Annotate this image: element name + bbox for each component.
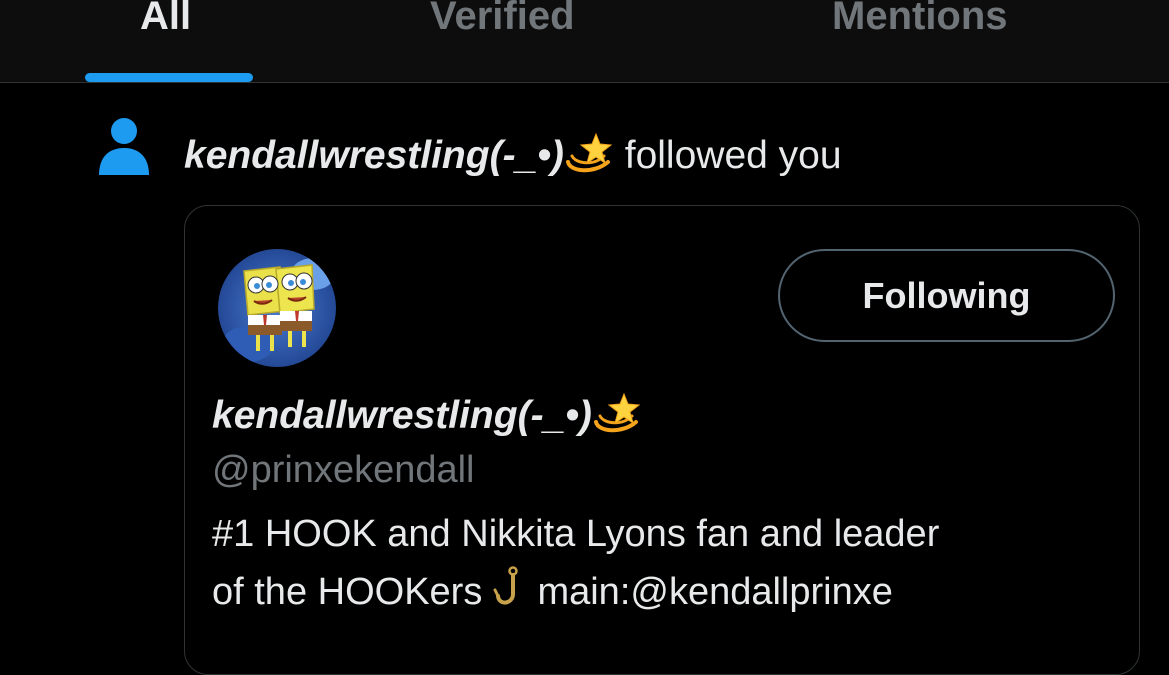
active-tab-indicator	[85, 73, 253, 82]
bio-line-2: of the HOOKers main:@kendallprinxe	[212, 563, 1112, 627]
notification-text: kendallwrestling(-_•) followed you	[184, 131, 842, 187]
profile-bio: #1 HOOK and Nikkita Lyons fan and leader…	[212, 505, 1112, 627]
actor-name-link[interactable]: kendallwrestling(-_•)	[184, 134, 564, 177]
profile-card[interactable]: Following kendallwrestling(-_•) @prinxek…	[184, 205, 1140, 675]
tab-mentions[interactable]: Mentions	[832, 0, 1008, 48]
spongebob-avatar-image	[218, 249, 336, 367]
bio-line-2-prefix: of the HOOKers	[212, 571, 483, 613]
notifications-tab-bar: All Verified Mentions	[0, 0, 1169, 83]
dizzy-star-emoji	[564, 132, 614, 187]
profile-handle[interactable]: @prinxekendall	[212, 446, 475, 494]
following-button[interactable]: Following	[778, 249, 1115, 342]
tab-all[interactable]: All	[140, 0, 191, 48]
notification-action-text: followed you	[624, 134, 842, 177]
display-name-text: kendallwrestling(-_•)	[212, 394, 592, 437]
hook-emoji	[493, 566, 527, 627]
tab-verified[interactable]: Verified	[430, 0, 575, 48]
person-icon	[99, 118, 149, 175]
bio-line-1: #1 HOOK and Nikkita Lyons fan and leader	[212, 513, 940, 555]
avatar[interactable]	[218, 249, 336, 367]
bio-mention-link[interactable]: main:@kendallprinxe	[537, 571, 892, 613]
dizzy-star-emoji	[592, 392, 642, 447]
profile-display-name[interactable]: kendallwrestling(-_•)	[212, 391, 642, 447]
